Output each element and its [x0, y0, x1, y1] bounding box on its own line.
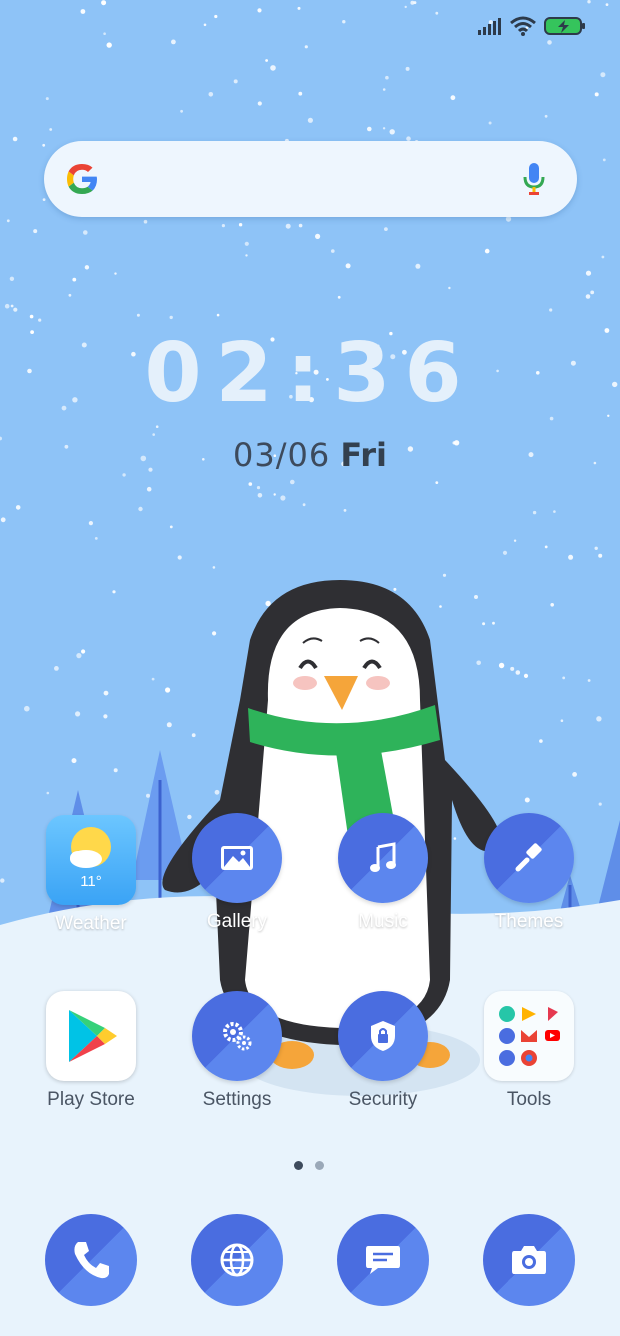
battery-charging-icon — [544, 17, 585, 35]
gallery-icon — [192, 813, 282, 903]
messages-icon — [366, 1246, 400, 1274]
clock-time[interactable]: 02:36 — [0, 326, 620, 421]
shield-lock-icon — [338, 991, 428, 1081]
camera-icon — [512, 1246, 546, 1274]
clock-date: 03/06 Fri — [0, 436, 620, 474]
browser-globe-icon — [220, 1243, 254, 1277]
play-store-icon — [46, 991, 136, 1081]
app-label: Gallery — [206, 911, 268, 932]
weather-temperature: 11° — [80, 873, 102, 890]
folder-icon — [484, 991, 574, 1081]
app-label: Tools — [506, 1089, 552, 1110]
app-label: Themes — [494, 911, 564, 932]
app-play-store[interactable]: Play Store — [31, 991, 151, 1111]
app-label: Play Store — [47, 1089, 135, 1110]
dock-messages[interactable] — [337, 1214, 429, 1306]
app-weather[interactable]: 11° Weather — [31, 815, 151, 935]
dock-browser[interactable] — [191, 1214, 283, 1306]
page-dot[interactable] — [315, 1161, 324, 1170]
app-label: Music — [358, 911, 408, 932]
paintbrush-icon — [484, 813, 574, 903]
phone-icon — [74, 1242, 109, 1279]
app-gallery[interactable]: Gallery — [177, 813, 297, 933]
app-label: Settings — [202, 1089, 272, 1110]
dock-camera[interactable] — [483, 1214, 575, 1306]
weather-icon: 11° — [46, 815, 136, 905]
gears-icon — [192, 991, 282, 1081]
app-security[interactable]: Security — [323, 991, 443, 1111]
page-dot-active[interactable] — [294, 1161, 303, 1170]
app-folder-tools[interactable]: Tools — [469, 991, 589, 1111]
music-note-icon — [338, 813, 428, 903]
signal-icon — [478, 18, 501, 35]
app-label: Security — [348, 1089, 418, 1110]
google-g-icon — [67, 164, 97, 194]
app-settings[interactable]: Settings — [177, 991, 297, 1111]
app-music[interactable]: Music — [323, 813, 443, 933]
wifi-icon — [510, 16, 536, 36]
microphone-icon[interactable] — [521, 161, 547, 197]
dock-phone[interactable] — [45, 1214, 137, 1306]
date-day: Fri — [340, 436, 387, 474]
date-value: 03/06 — [233, 436, 331, 474]
google-search-bar[interactable] — [44, 141, 577, 217]
page-indicator — [294, 1161, 324, 1170]
status-bar — [478, 16, 586, 36]
app-themes[interactable]: Themes — [469, 813, 589, 933]
app-label: Weather — [55, 913, 127, 934]
